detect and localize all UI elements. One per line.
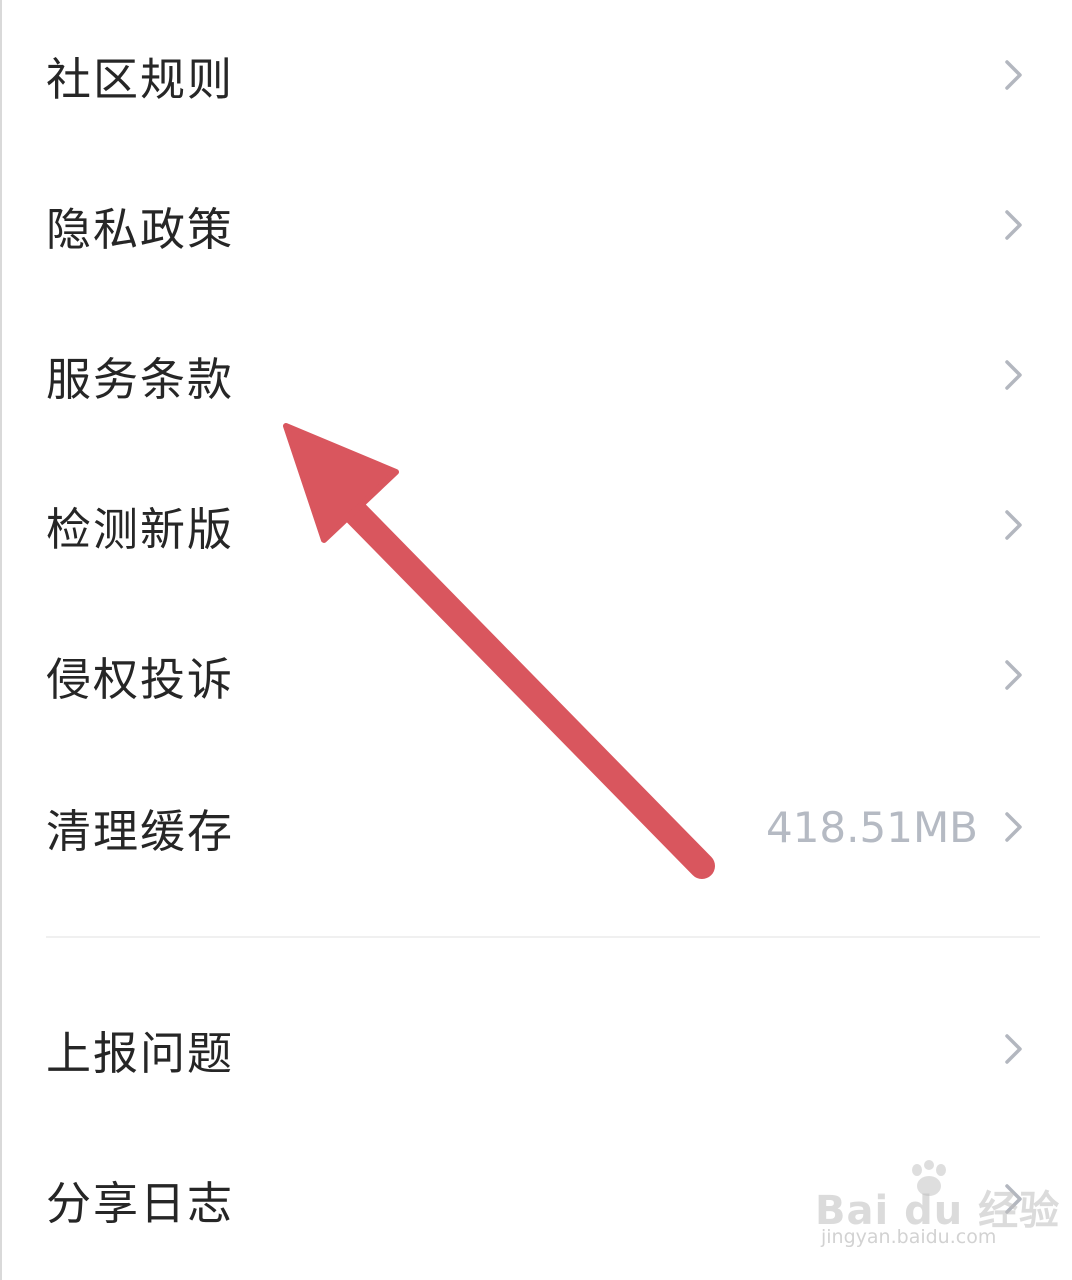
settings-item-label: 清理缓存 (46, 804, 235, 858)
chevron-right-icon (996, 57, 1032, 93)
chevron-right-icon (996, 207, 1032, 243)
settings-item-check-update[interactable]: 检测新版 (0, 450, 1072, 600)
settings-item-label: 社区规则 (46, 52, 235, 106)
settings-item-infringement-complaint[interactable]: 侵权投诉 (0, 600, 1072, 750)
section-divider (46, 936, 1040, 938)
settings-item-share-log[interactable]: 分享日志 (0, 1124, 1072, 1274)
settings-item-label: 服务条款 (46, 352, 235, 406)
chevron-right-icon (996, 657, 1032, 693)
settings-item-label: 分享日志 (46, 1176, 235, 1230)
settings-item-terms-of-service[interactable]: 服务条款 (0, 300, 1072, 450)
chevron-right-icon (996, 507, 1032, 543)
settings-item-label: 上报问题 (46, 1026, 235, 1080)
chevron-right-icon (996, 357, 1032, 393)
settings-item-label: 隐私政策 (46, 202, 235, 256)
settings-item-privacy-policy[interactable]: 隐私政策 (0, 150, 1072, 300)
settings-item-label: 侵权投诉 (46, 652, 235, 706)
settings-item-report-issue[interactable]: 上报问题 (0, 974, 1072, 1124)
settings-item-clear-cache[interactable]: 清理缓存 418.51MB (0, 752, 1072, 902)
settings-item-community-rules[interactable]: 社区规则 (0, 0, 1072, 150)
chevron-right-icon (996, 809, 1032, 845)
chevron-right-icon (996, 1181, 1032, 1217)
chevron-right-icon (996, 1031, 1032, 1067)
cache-size-value: 418.51MB (765, 802, 978, 852)
settings-item-label: 检测新版 (46, 502, 235, 556)
